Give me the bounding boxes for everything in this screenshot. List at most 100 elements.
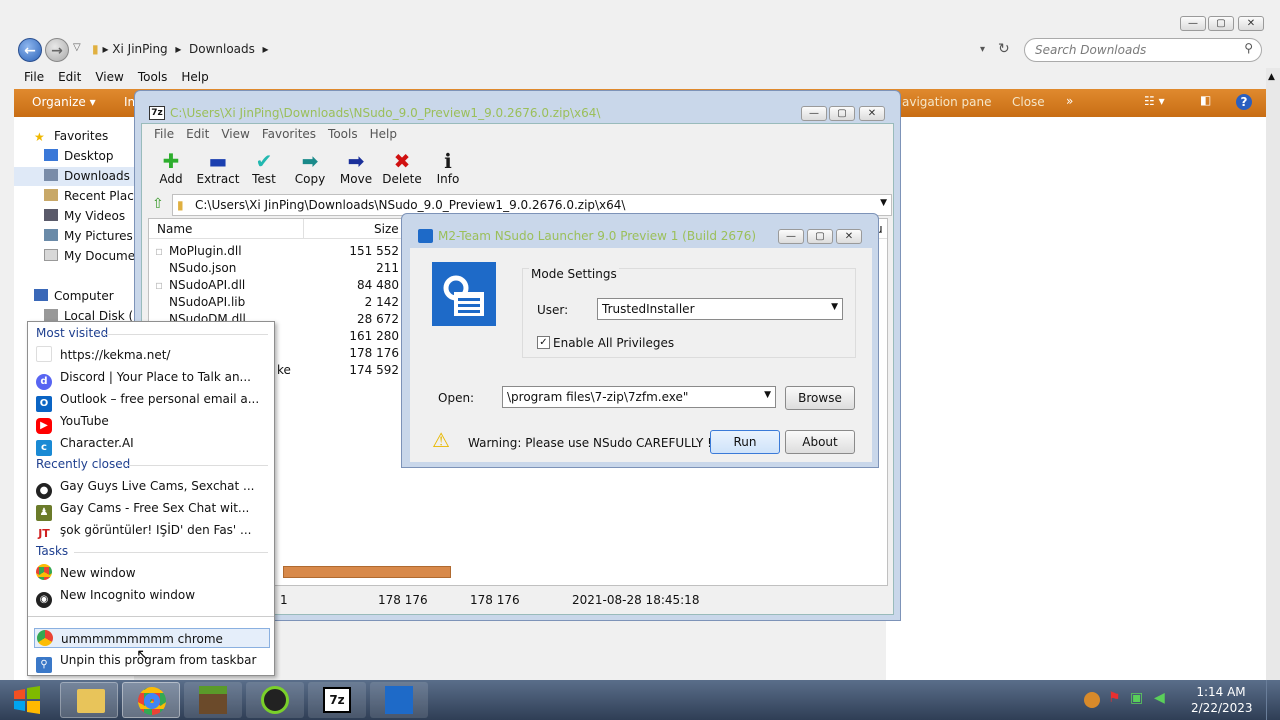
jumplist-item[interactable]: ● Gay Guys Live Cams, Sexchat ... — [36, 476, 268, 499]
about-button[interactable]: About — [785, 430, 855, 454]
menu-file[interactable]: File — [0, 68, 52, 84]
close-preview-button[interactable]: Close — [1012, 95, 1045, 109]
recent-pages-chevron-icon[interactable]: ▽ — [73, 42, 81, 53]
nav-favorites[interactable]: ★ Favorites — [34, 129, 108, 144]
organize-button[interactable]: Organize ▾ — [32, 95, 96, 109]
desktop-icon — [44, 149, 58, 161]
taskbar-app[interactable] — [246, 682, 304, 718]
jumplist-item[interactable]: O Outlook – free personal email a... — [36, 389, 268, 412]
nav-my-pictures[interactable]: My Pictures — [44, 229, 133, 243]
tray-chevron-icon[interactable] — [1084, 692, 1100, 708]
extract-button[interactable]: ▬ Extract — [196, 150, 240, 186]
preview-pane-icon[interactable]: ◧ — [1200, 93, 1211, 107]
privileges-checkbox[interactable]: ✓ — [537, 336, 550, 349]
column-size[interactable]: Size — [374, 222, 399, 236]
jumplist-item[interactable]: New window — [36, 563, 268, 583]
7zip-minimize-button[interactable]: — — [801, 106, 827, 121]
browse-button[interactable]: Browse — [785, 386, 855, 410]
nav-recent-places[interactable]: Recent Plac — [44, 189, 134, 203]
character-ai-icon: c — [36, 440, 52, 456]
unpin-item[interactable]: ⚲ Unpin this program from taskbar — [36, 650, 268, 673]
clock-time[interactable]: 1:14 AM — [1195, 685, 1247, 699]
chevron-down-icon: ▼ — [764, 390, 771, 400]
taskbar-chrome[interactable] — [122, 682, 180, 718]
7zip-menu-item[interactable]: Edit — [186, 127, 209, 141]
column-name[interactable]: Name — [157, 222, 192, 236]
7zip-maximize-button[interactable]: ▢ — [829, 106, 855, 121]
taskbar-minecraft[interactable] — [184, 682, 242, 718]
maximize-button[interactable]: ▢ — [1208, 16, 1234, 31]
up-folder-icon[interactable]: ⇧ — [152, 196, 164, 212]
taskbar-nsudo[interactable] — [370, 682, 428, 718]
jumplist-item[interactable]: https://kekma.net/ — [36, 345, 268, 365]
jumplist-item[interactable]: ♟ Gay Cams - Free Sex Chat wit... — [36, 498, 268, 521]
view-options-icon[interactable]: ☷ ▾ — [1144, 94, 1165, 108]
nav-computer[interactable]: Computer — [34, 289, 114, 303]
jumplist-item[interactable]: JT şok görüntüler! IŞİD' den Fas' ... — [36, 520, 268, 542]
nav-my-videos[interactable]: My Videos — [44, 209, 125, 223]
vertical-scrollbar[interactable]: ▲ — [1266, 68, 1280, 680]
minimize-button[interactable]: — — [1180, 16, 1206, 31]
menu-view[interactable]: View — [89, 68, 131, 84]
nsudo-client-area: Mode Settings User: TrustedInstaller ▼ ✓… — [410, 248, 872, 462]
open-combobox[interactable]: \program files\7-zip\7zfm.exe" ▼ — [502, 386, 776, 408]
refresh-icon[interactable]: ↻ — [998, 41, 1010, 57]
7zip-menu-item[interactable]: Favorites — [262, 127, 316, 141]
test-button[interactable]: ✔ Test — [242, 150, 286, 186]
7zip-menu-item[interactable]: View — [221, 127, 249, 141]
start-button[interactable] — [2, 682, 52, 718]
search-input[interactable]: Search Downloads ⚲ — [1024, 38, 1262, 62]
nav-desktop[interactable]: Desktop — [44, 149, 114, 163]
taskbar-explorer[interactable] — [60, 682, 118, 718]
file-row[interactable]: NSudo.json 211 — [149, 261, 399, 278]
taskbar-7zip[interactable]: 7z — [308, 682, 366, 718]
help-icon[interactable]: ? — [1236, 94, 1252, 110]
jumplist-item[interactable]: d Discord | Your Place to Talk an... — [36, 367, 268, 390]
info-button[interactable]: ℹ Info — [426, 150, 470, 186]
nav-my-documents[interactable]: My Documer — [44, 249, 140, 263]
file-row[interactable]: ▫ NSudoAPI.dll 84 480 — [149, 278, 399, 295]
volume-icon[interactable]: ◀ — [1154, 690, 1165, 706]
nsudo-close-button[interactable]: ✕ — [836, 229, 862, 244]
7zip-menu-item[interactable]: File — [154, 127, 174, 141]
youtube-icon: ▶ — [36, 418, 52, 434]
7zip-menu-item[interactable]: Help — [370, 127, 397, 141]
breadcrumb[interactable]: ▮ ▸ Xi JinPing ▸ Downloads ▸ — [92, 42, 269, 56]
breadcrumb-item[interactable]: Xi JinPing — [112, 42, 167, 56]
file-row[interactable]: ▫ MoPlugin.dll 151 552 — [149, 244, 399, 261]
7zip-close-button[interactable]: ✕ — [859, 106, 885, 121]
jumplist-item[interactable]: ◉ New Incognito window — [36, 585, 268, 608]
menu-edit[interactable]: Edit — [52, 68, 89, 84]
add-button[interactable]: ✚ Add — [149, 150, 193, 186]
copy-button[interactable]: ➡ Copy — [288, 150, 332, 186]
file-row[interactable]: NSudoAPI.lib 2 142 — [149, 295, 399, 312]
menu-help[interactable]: Help — [175, 68, 216, 84]
pinned-chrome-item[interactable]: ummmmmmmmm chrome — [34, 628, 270, 648]
address-dropdown-icon[interactable]: ▾ — [980, 44, 985, 55]
path-dropdown-icon[interactable]: ▼ — [880, 198, 887, 208]
jumplist-item[interactable]: ▶ YouTube — [36, 411, 268, 434]
back-button[interactable]: ← — [18, 38, 42, 62]
nav-downloads[interactable]: Downloads — [14, 167, 134, 186]
7zip-menu-item[interactable]: Tools — [328, 127, 358, 141]
navigation-pane-button[interactable]: avigation pane — [902, 95, 992, 109]
network-icon[interactable]: ▣ — [1130, 690, 1143, 706]
breadcrumb-item[interactable]: Downloads — [189, 42, 255, 56]
jumplist-item[interactable]: c Character.AI — [36, 433, 268, 456]
run-button[interactable]: Run — [710, 430, 780, 454]
show-desktop-button[interactable] — [1266, 680, 1280, 720]
forward-button[interactable]: → — [45, 38, 69, 62]
nsudo-maximize-button[interactable]: ▢ — [807, 229, 833, 244]
action-center-flag-icon[interactable]: ⚑ — [1108, 690, 1121, 706]
scroll-up-icon[interactable]: ▲ — [1268, 72, 1275, 82]
clock-date[interactable]: 2/22/2023 — [1191, 701, 1253, 715]
user-select[interactable]: TrustedInstaller ▼ — [597, 298, 843, 320]
more-commands-button[interactable]: » — [1066, 94, 1073, 108]
horizontal-scrollbar-thumb[interactable] — [283, 566, 451, 578]
blank-page-icon — [36, 346, 52, 362]
menu-tools[interactable]: Tools — [132, 68, 176, 84]
close-button[interactable]: ✕ — [1238, 16, 1264, 31]
nsudo-minimize-button[interactable]: — — [778, 229, 804, 244]
delete-button[interactable]: ✖ Delete — [380, 150, 424, 186]
move-button[interactable]: ➡ Move — [334, 150, 378, 186]
